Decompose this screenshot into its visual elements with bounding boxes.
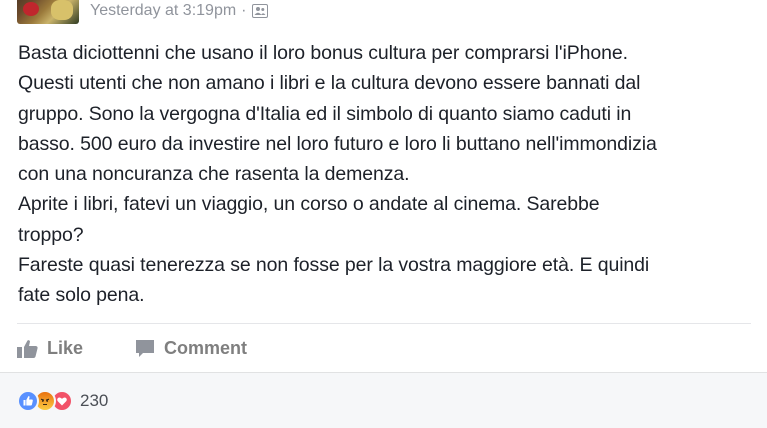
like-label: Like	[47, 337, 84, 358]
post-body-line: Aprite i libri, fatevi un viaggio, un co…	[18, 193, 600, 216]
avatar-detail	[23, 2, 39, 16]
comment-label: Comment	[164, 337, 248, 358]
like-button[interactable]: Like	[17, 338, 83, 359]
thumbs-up-icon	[17, 339, 38, 358]
post-body-line: troppo?	[18, 223, 84, 246]
post-body-line: gruppo. Sono la vergogna d'Italia ed il …	[18, 102, 632, 125]
avatar[interactable]	[17, 0, 79, 24]
post-body-line: basso. 500 euro da investire nel loro fu…	[18, 132, 657, 155]
post-body-line: Basta diciottenni che usano il loro bonu…	[18, 42, 628, 64]
like-reaction-icon	[17, 390, 39, 412]
group-audience-icon[interactable]	[251, 4, 268, 18]
post-body-line: Questi utenti che non amano i libri e la…	[18, 72, 641, 95]
post-body: Basta diciottenni che usano il loro bonu…	[18, 38, 753, 311]
comment-button[interactable]: Comment	[135, 338, 247, 359]
post-body-line: Fareste quasi tenerezza se non fosse per…	[18, 254, 650, 277]
reactions-summary[interactable]: 230	[17, 390, 108, 412]
meta-separator: ·	[241, 2, 247, 19]
post-body-line: fate solo pena.	[18, 284, 145, 307]
post-meta: Yesterday at 3:19pm ·	[90, 1, 268, 21]
post-actions: Like Comment	[17, 334, 247, 362]
comment-bubble-icon	[136, 339, 155, 357]
reactions-count: 230	[80, 391, 109, 410]
avatar-detail	[51, 0, 73, 20]
post-timestamp[interactable]: Yesterday at 3:19pm	[90, 2, 236, 20]
post-body-line: con una noncuranza che rasenta la demenz…	[18, 163, 410, 186]
actions-divider	[17, 323, 751, 324]
reactions-footer: 230	[0, 372, 767, 428]
facebook-post: Yesterday at 3:19pm · Basta diciottenni …	[0, 0, 767, 428]
